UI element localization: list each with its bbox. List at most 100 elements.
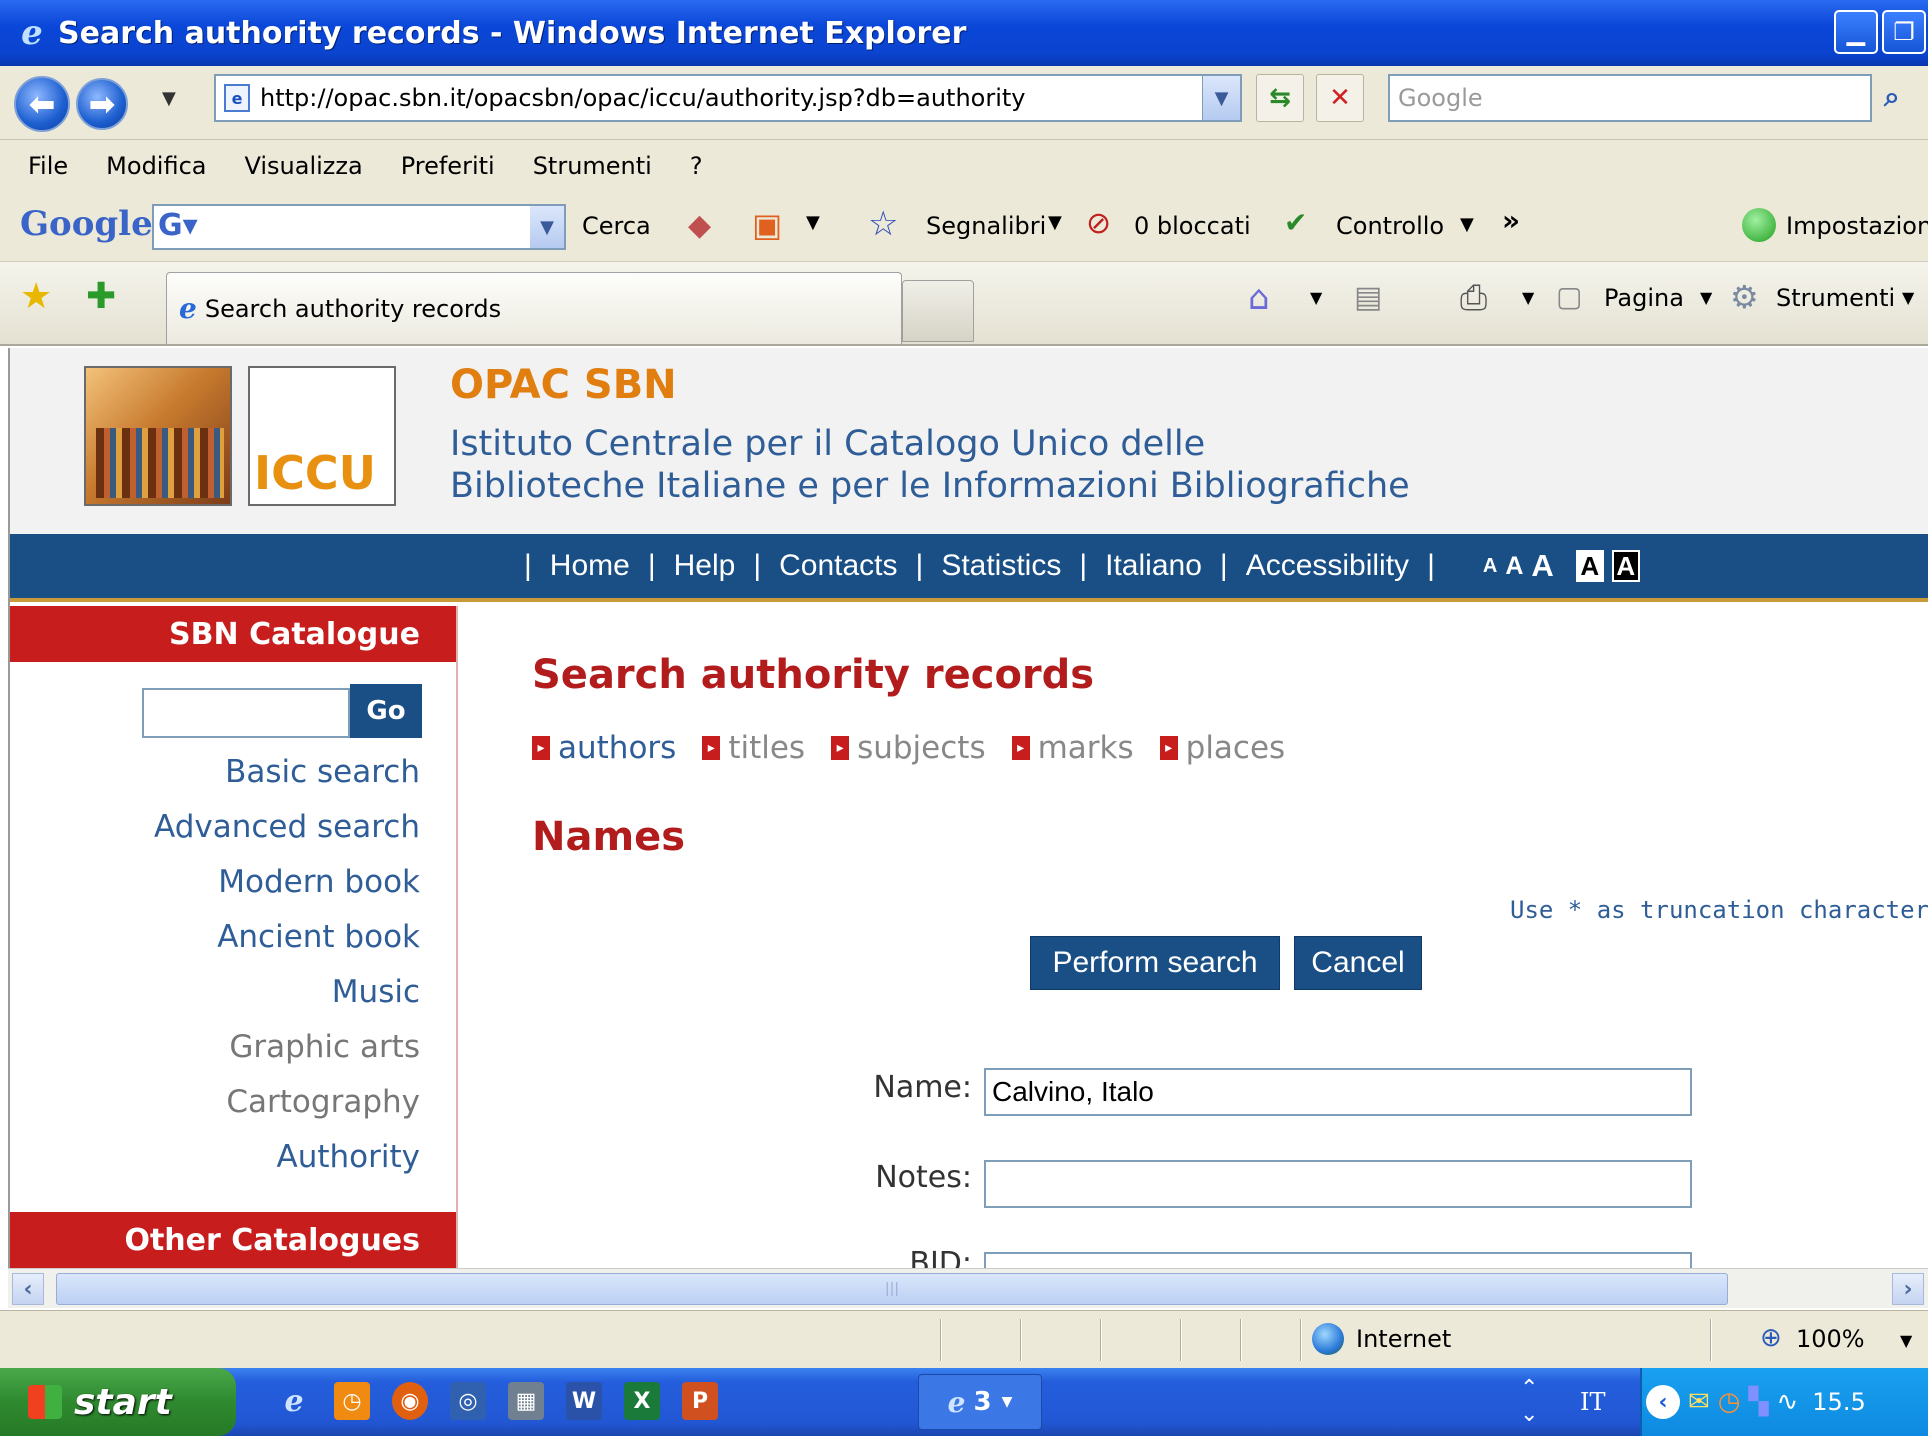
google-g-icon: G▾	[158, 208, 198, 243]
subnav-titles[interactable]: ▸ titles	[702, 730, 805, 766]
google-search-input[interactable]: Google	[1388, 74, 1872, 122]
stop-button[interactable]: ✕	[1316, 74, 1364, 122]
home-dropdown-icon[interactable]: ▼	[1310, 288, 1322, 307]
menu-preferiti[interactable]: Preferiti	[401, 152, 495, 180]
quicklaunch-folder-icon[interactable]: ▦	[508, 1382, 544, 1420]
google-search-button[interactable]: Cerca	[582, 212, 651, 240]
sidebar-graphic-arts[interactable]: Graphic arts	[229, 1029, 420, 1065]
subnav-places[interactable]: ▸ places	[1159, 730, 1285, 766]
language-indicator[interactable]: IT	[1580, 1388, 1606, 1416]
quicklaunch-media-icon[interactable]: ◎	[450, 1382, 486, 1420]
quicklaunch-clock-icon[interactable]: ◷	[334, 1382, 370, 1420]
bullet-arrow-icon: ▸	[532, 736, 550, 760]
text-size-large[interactable]: A	[1531, 548, 1553, 584]
sidebar-basic-search[interactable]: Basic search	[225, 754, 420, 790]
tools-menu-button[interactable]: Strumenti	[1776, 284, 1895, 312]
notes-label: Notes:	[875, 1160, 972, 1195]
nav-help[interactable]: Help	[674, 549, 736, 583]
tray-mail-icon[interactable]: ✉	[1688, 1387, 1710, 1417]
minimize-button[interactable]: ▁	[1834, 10, 1878, 54]
quicklaunch-excel-icon[interactable]: X	[624, 1382, 660, 1420]
quick-search-go-button[interactable]: Go	[350, 684, 422, 738]
google-toolbar-input[interactable]: G▾ ▼	[152, 204, 566, 250]
quicklaunch-ie-icon[interactable]: e	[276, 1382, 312, 1420]
page-menu-button[interactable]: Pagina	[1604, 284, 1684, 312]
cancel-button[interactable]: Cancel	[1294, 936, 1422, 990]
quick-search-input[interactable]	[142, 688, 350, 738]
refresh-button[interactable]: ⇆	[1256, 74, 1304, 122]
menu-visualizza[interactable]: Visualizza	[244, 152, 362, 180]
star-bookmark-icon[interactable]: ☆	[868, 204, 898, 244]
nav-italiano[interactable]: Italiano	[1105, 549, 1202, 583]
forward-button[interactable]: ➡	[76, 78, 128, 130]
popup-dropdown-icon[interactable]: ▼	[806, 212, 820, 233]
popup-icon[interactable]: ▣	[752, 206, 782, 244]
sidebar-music[interactable]: Music	[332, 974, 420, 1010]
bid-field[interactable]	[984, 1252, 1692, 1268]
text-size-medium[interactable]: A	[1505, 552, 1523, 581]
spellcheck-icon[interactable]: ✔	[1284, 206, 1307, 239]
add-favorite-icon[interactable]: ✚	[86, 276, 116, 317]
restore-icon: ❐	[1893, 18, 1915, 46]
print-icon[interactable]: ⎙	[1460, 278, 1487, 318]
spellcheck-button[interactable]: Controllo	[1336, 212, 1444, 240]
popup-blocker-icon[interactable]: ⊘	[1086, 206, 1111, 241]
zoom-dropdown-icon[interactable]: ▼	[1900, 1331, 1912, 1350]
menu-strumenti[interactable]: Strumenti	[533, 152, 652, 180]
menu-help[interactable]: ?	[690, 152, 703, 180]
history-dropdown-icon[interactable]: ▼	[162, 88, 176, 109]
subnav-marks[interactable]: ▸ marks	[1011, 730, 1134, 766]
sidebar-advanced-search[interactable]: Advanced search	[154, 809, 420, 845]
sidebar-modern-book[interactable]: Modern book	[218, 864, 420, 900]
tray-audio-icon[interactable]: ∿	[1776, 1387, 1798, 1417]
nav-statistics[interactable]: Statistics	[941, 549, 1061, 583]
scroll-left-icon[interactable]: ‹	[12, 1273, 44, 1305]
quicklaunch-powerpoint-icon[interactable]: P	[682, 1382, 718, 1420]
nav-contacts[interactable]: Contacts	[779, 549, 897, 583]
notes-field[interactable]	[984, 1160, 1692, 1208]
sidebar-ancient-book[interactable]: Ancient book	[217, 919, 420, 955]
text-size-small[interactable]: A	[1483, 555, 1497, 578]
url-dropdown-icon[interactable]: ▼	[1202, 76, 1240, 120]
new-tab-button[interactable]	[902, 280, 974, 342]
favorites-star-icon[interactable]: ★	[20, 276, 52, 317]
highlight-icon[interactable]: ◆	[688, 208, 711, 243]
perform-search-button[interactable]: Perform search	[1030, 936, 1280, 990]
horizontal-scrollbar[interactable]: ‹ ||| ›	[8, 1268, 1928, 1308]
back-button[interactable]: ⬅	[14, 76, 70, 132]
search-icon[interactable]: ⌕	[1884, 80, 1900, 114]
scroll-right-icon[interactable]: ›	[1892, 1273, 1924, 1305]
name-field[interactable]: Calvino, Italo	[984, 1068, 1692, 1116]
subnav-subjects[interactable]: ▸ subjects	[831, 730, 986, 766]
bookmarks-button[interactable]: Segnalibri	[926, 212, 1046, 240]
feeds-icon[interactable]: ▤	[1354, 280, 1382, 315]
taskbar-ie-group-button[interactable]: e 3 ▼	[918, 1374, 1042, 1430]
quicklaunch-word-icon[interactable]: W	[566, 1382, 602, 1420]
language-scroll-icon[interactable]: ⌃ ⌄	[1520, 1376, 1538, 1428]
nav-accessibility[interactable]: Accessibility	[1246, 549, 1409, 583]
subnav-authors[interactable]: ▸ authors	[532, 730, 676, 766]
print-dropdown-icon[interactable]: ▼	[1522, 288, 1534, 307]
url-field[interactable]: e http://opac.sbn.it/opacsbn/opac/iccu/a…	[214, 74, 1242, 122]
tray-network-icon[interactable]: ▚	[1748, 1387, 1768, 1417]
toolbar-more-button[interactable]: »	[1502, 204, 1520, 237]
restore-button[interactable]: ❐	[1882, 10, 1926, 54]
nav-home[interactable]: Home	[550, 549, 630, 583]
contrast-high[interactable]: A	[1611, 550, 1640, 582]
start-button[interactable]: start	[0, 1368, 236, 1436]
blocked-count[interactable]: 0 bloccati	[1134, 212, 1251, 240]
google-dropdown-icon[interactable]: ▼	[530, 206, 564, 248]
tab-active[interactable]: e Search authority records	[166, 272, 902, 344]
contrast-normal[interactable]: A	[1575, 550, 1604, 582]
sidebar-cartography[interactable]: Cartography	[226, 1084, 420, 1120]
tray-clock-icon[interactable]: ◷	[1718, 1387, 1741, 1417]
settings-button[interactable]: Impostazion	[1786, 212, 1928, 240]
scroll-thumb[interactable]: |||	[56, 1273, 1728, 1305]
quicklaunch-firefox-icon[interactable]: ◉	[392, 1382, 428, 1420]
home-icon[interactable]: ⌂	[1248, 278, 1270, 318]
tray-expand-icon[interactable]: ‹	[1646, 1385, 1680, 1419]
zoom-level[interactable]: 100%	[1796, 1325, 1865, 1353]
menu-file[interactable]: File	[28, 152, 68, 180]
sidebar-authority[interactable]: Authority	[277, 1139, 420, 1175]
menu-modifica[interactable]: Modifica	[106, 152, 206, 180]
